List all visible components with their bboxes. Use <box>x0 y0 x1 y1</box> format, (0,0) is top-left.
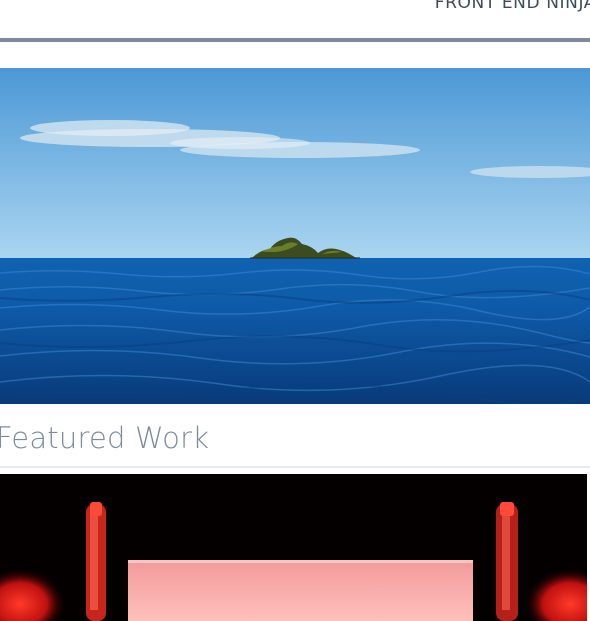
ocean-island-photo <box>0 68 590 404</box>
featured-work-heading: Featured Work <box>0 421 210 455</box>
red-lights-photo <box>0 474 587 621</box>
hero-image <box>0 68 590 404</box>
site-tagline: FRONT END NINJA <box>434 0 590 13</box>
featured-work-item[interactable] <box>0 474 587 621</box>
header-divider <box>0 38 590 42</box>
featured-divider <box>0 466 590 468</box>
